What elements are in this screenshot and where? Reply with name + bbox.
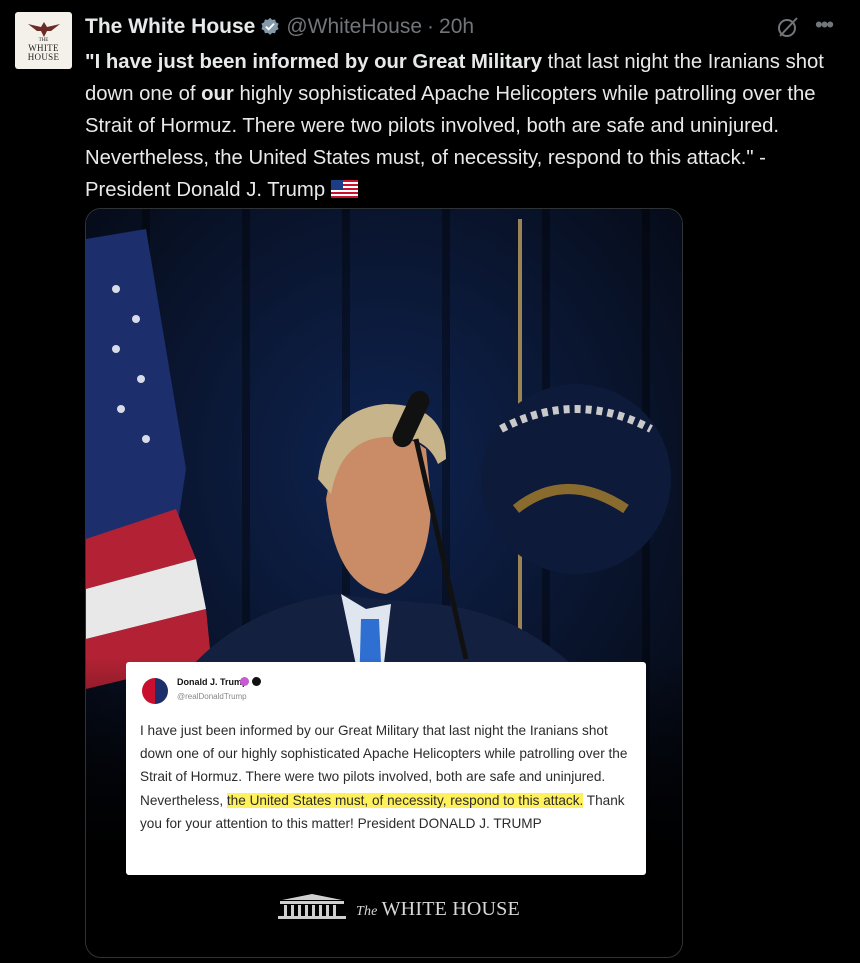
card-badges <box>240 677 261 686</box>
avatar-text-line3: HOUSE <box>27 51 60 62</box>
quoted-post-card[interactable]: Donald J. Trump @realDonaldTrump I have … <box>126 662 646 875</box>
more-icon[interactable]: ••• <box>815 12 834 38</box>
card-author-name: Donald J. Trump <box>177 677 248 687</box>
card-plus-icon <box>252 677 261 686</box>
card-author-handle: @realDonaldTrump <box>177 692 247 701</box>
post-text: "I have just been informed by our Great … <box>85 46 835 206</box>
post-time[interactable]: 20h <box>439 15 474 39</box>
card-verified-icon <box>240 677 249 686</box>
card-avatar <box>142 678 168 704</box>
card-text: I have just been informed by our Great M… <box>140 719 640 835</box>
post-media[interactable]: Donald J. Trump @realDonaldTrump I have … <box>85 208 683 958</box>
post-text-segment: our <box>201 83 234 105</box>
post-text-segment: I have just been informed by our Great M… <box>94 51 543 73</box>
wordmark-prefix: The <box>356 904 378 919</box>
white-house-wordmark: The WHITE HOUSE <box>356 898 520 921</box>
white-house-building-icon <box>278 894 346 919</box>
eagle-icon <box>27 21 60 37</box>
wordmark-title: WHITE HOUSE <box>381 898 520 920</box>
post-text-segment: " <box>85 51 95 73</box>
grok-icon[interactable] <box>776 15 800 39</box>
verified-badge-icon[interactable] <box>260 17 280 37</box>
author-name[interactable]: The White House <box>85 15 255 39</box>
avatar[interactable]: THE WHITE HOUSE <box>15 12 72 69</box>
separator: · <box>427 15 435 38</box>
author-handle[interactable]: @WhiteHouse <box>286 15 422 39</box>
card-text-highlight: the United States must, of necessity, re… <box>226 792 584 808</box>
us-flag-icon <box>331 180 359 198</box>
post-header: The White House @WhiteHouse · 20h <box>85 14 474 40</box>
